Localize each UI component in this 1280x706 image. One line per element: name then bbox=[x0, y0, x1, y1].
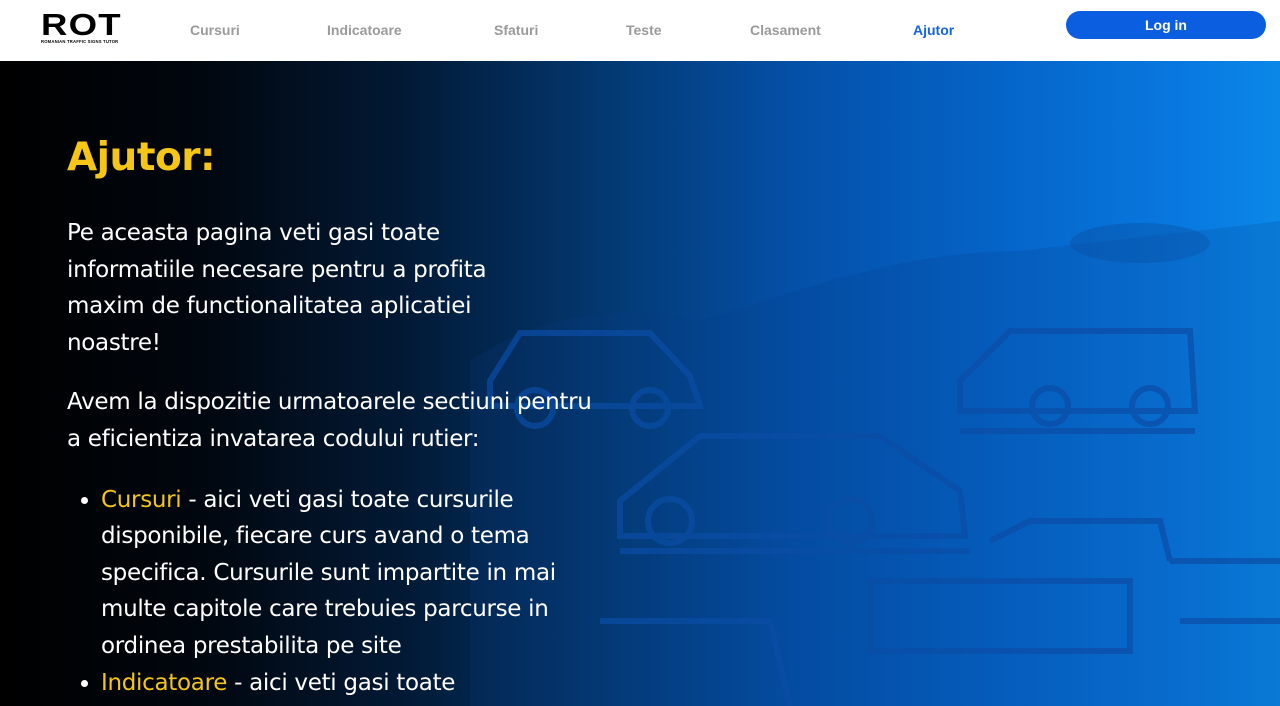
nav-link-ajutor[interactable]: Ajutor bbox=[913, 20, 954, 40]
page-title: Ajutor: bbox=[67, 135, 216, 180]
help-content: Ajutor: Pe aceasta pagina veti gasi toat… bbox=[67, 133, 607, 701]
nav-link-teste[interactable]: Teste bbox=[626, 20, 662, 40]
hero-section: Ajutor: Pe aceasta pagina veti gasi toat… bbox=[0, 61, 1280, 706]
nav-link-cursuri[interactable]: Cursuri bbox=[190, 20, 240, 40]
section-link-cursuri[interactable]: Cursuri bbox=[101, 487, 182, 513]
login-button[interactable]: Log in bbox=[1066, 11, 1266, 39]
top-navbar: ROT ROMANIAN TRAFFIC SIGNS TUTOR Cursuri… bbox=[0, 0, 1280, 61]
section-description: - aici veti gasi toate bbox=[227, 669, 456, 696]
nav-link-indicatoare[interactable]: Indicatoare bbox=[327, 20, 402, 40]
logo-tagline: ROMANIAN TRAFFIC SIGNS TUTOR bbox=[41, 39, 119, 44]
intro-paragraph: Pe aceasta pagina veti gasi toate inform… bbox=[67, 220, 487, 356]
sections-intro-paragraph: Avem la dispozitie urmatoarele sectiuni … bbox=[67, 389, 592, 452]
logo[interactable]: ROT ROMANIAN TRAFFIC SIGNS TUTOR bbox=[41, 9, 135, 45]
list-item: Indicatoare - aici veti gasi toate bbox=[101, 665, 601, 702]
section-link-indicatoare[interactable]: Indicatoare bbox=[101, 670, 227, 696]
logo-wordmark: ROT bbox=[41, 7, 122, 42]
nav-link-sfaturi[interactable]: Sfaturi bbox=[494, 20, 538, 40]
nav-link-clasament[interactable]: Clasament bbox=[750, 20, 821, 40]
list-item: Cursuri - aici veti gasi toate cursurile… bbox=[101, 482, 601, 665]
sections-list: Cursuri - aici veti gasi toate cursurile… bbox=[67, 482, 607, 702]
